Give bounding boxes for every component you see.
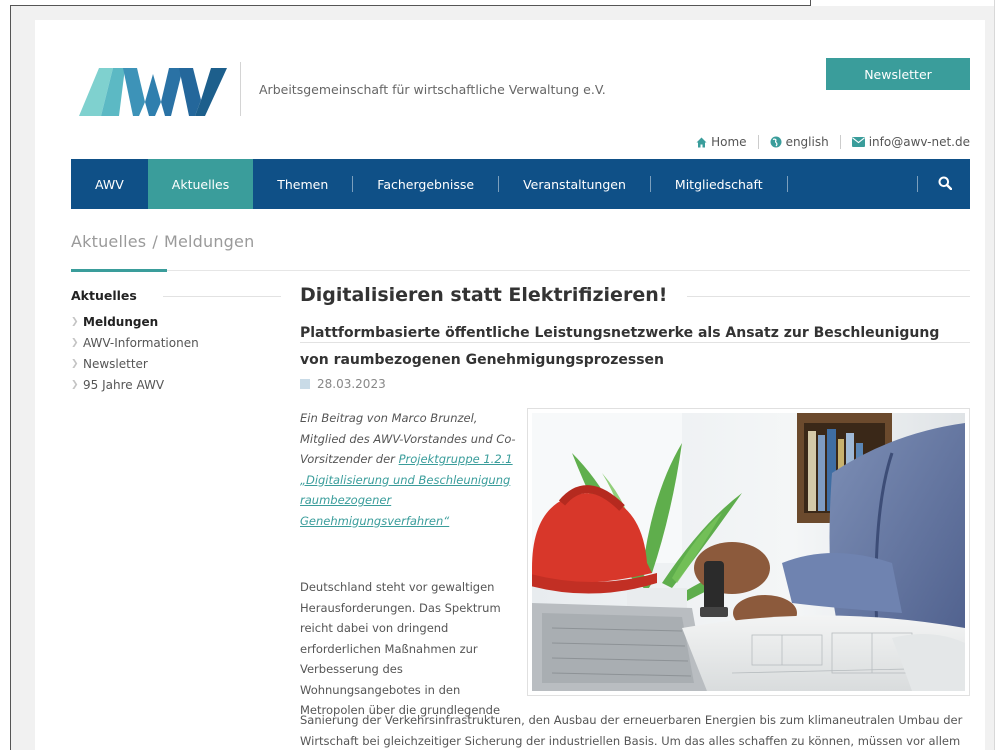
breadcrumb-parent[interactable]: Aktuelles <box>71 232 146 251</box>
article-body-narrow: Deutschland steht vor gewaltigen Herausf… <box>300 580 501 717</box>
article-photo-illustration <box>532 413 965 691</box>
newsletter-button[interactable]: Newsletter <box>826 58 970 90</box>
breadcrumb: Aktuelles / Meldungen <box>71 232 254 251</box>
breadcrumb-current: Meldungen <box>163 232 255 251</box>
article-body-wide: Sanierung der Verkehrsinfrastrukturen, d… <box>300 713 963 748</box>
home-link[interactable]: Home <box>696 135 747 149</box>
email-link[interactable]: info@awv-net.de <box>851 135 970 149</box>
awv-logo[interactable] <box>79 60 227 124</box>
main-navigation: AWV Aktuelles Themen Fachergebnisse Vera… <box>71 159 970 209</box>
english-link[interactable]: english <box>770 135 829 149</box>
sidebar-item-label: Newsletter <box>83 357 148 371</box>
sidebar-item-label: 95 Jahre AWV <box>83 378 165 392</box>
breadcrumb-separator: / <box>152 232 158 251</box>
chevron-right-icon: ❯ <box>71 359 79 369</box>
home-icon <box>696 137 707 148</box>
search-button[interactable] <box>918 159 970 209</box>
calendar-icon <box>300 379 310 389</box>
article-subtitle: Plattformbasierte öffentliche Leistungsn… <box>300 325 940 368</box>
chevron-right-icon: ❯ <box>71 338 79 348</box>
article-date: 28.03.2023 <box>300 377 386 391</box>
globe-icon <box>770 136 782 148</box>
article-title-rule <box>687 296 970 297</box>
page-background: Arbeitsgemeinschaft für wirtschaftliche … <box>11 6 994 750</box>
sidebar-item-label: Meldungen <box>83 315 159 329</box>
search-icon <box>938 176 953 193</box>
sidebar-list: ❯ Meldungen ❯ AWV-Informationen ❯ Newsle… <box>71 312 199 396</box>
screenshot-frame-right <box>994 0 995 750</box>
sidebar-title: Aktuelles <box>71 288 137 303</box>
nav-item-mitgliedschaft[interactable]: Mitgliedschaft <box>651 159 787 209</box>
sidebar-item-95-jahre-awv[interactable]: ❯ 95 Jahre AWV <box>71 375 199 396</box>
english-label: english <box>785 135 829 149</box>
sidebar-title-rule <box>163 296 281 297</box>
page-card: Arbeitsgemeinschaft für wirtschaftliche … <box>35 20 985 750</box>
nav-item-veranstaltungen[interactable]: Veranstaltungen <box>499 159 650 209</box>
chevron-right-icon: ❯ <box>71 317 79 327</box>
nav-item-aktuelles[interactable]: Aktuelles <box>147 159 254 209</box>
article-date-value: 28.03.2023 <box>317 377 386 391</box>
envelope-icon <box>851 137 865 147</box>
nav-item-themen[interactable]: Themen <box>253 159 352 209</box>
sidebar-item-newsletter[interactable]: ❯ Newsletter <box>71 354 199 375</box>
article-intro: Ein Beitrag von Marco Brunzel, Mitglied … <box>300 408 520 531</box>
home-label: Home <box>711 135 747 149</box>
logo-divider <box>240 62 241 116</box>
util-separator <box>757 135 759 149</box>
sidebar-item-label: AWV-Informationen <box>83 336 199 350</box>
awv-logo-mark <box>79 68 227 116</box>
article-image <box>527 408 970 696</box>
breadcrumb-accent <box>71 269 167 272</box>
breadcrumb-rule <box>71 270 970 271</box>
chevron-right-icon: ❯ <box>71 380 79 390</box>
nav-item-fachergebnisse[interactable]: Fachergebnisse <box>353 159 498 209</box>
util-separator <box>839 135 841 149</box>
sidebar-item-awv-informationen[interactable]: ❯ AWV-Informationen <box>71 333 199 354</box>
utility-nav: Home english info@awv-net.de <box>690 132 970 152</box>
nav-item-awv[interactable]: AWV <box>71 159 148 209</box>
article-title: Digitalisieren statt Elektrifizieren! <box>300 284 668 306</box>
sidebar-item-meldungen[interactable]: ❯ Meldungen <box>71 312 199 333</box>
email-label: info@awv-net.de <box>868 135 970 149</box>
organization-name: Arbeitsgemeinschaft für wirtschaftliche … <box>259 82 606 97</box>
